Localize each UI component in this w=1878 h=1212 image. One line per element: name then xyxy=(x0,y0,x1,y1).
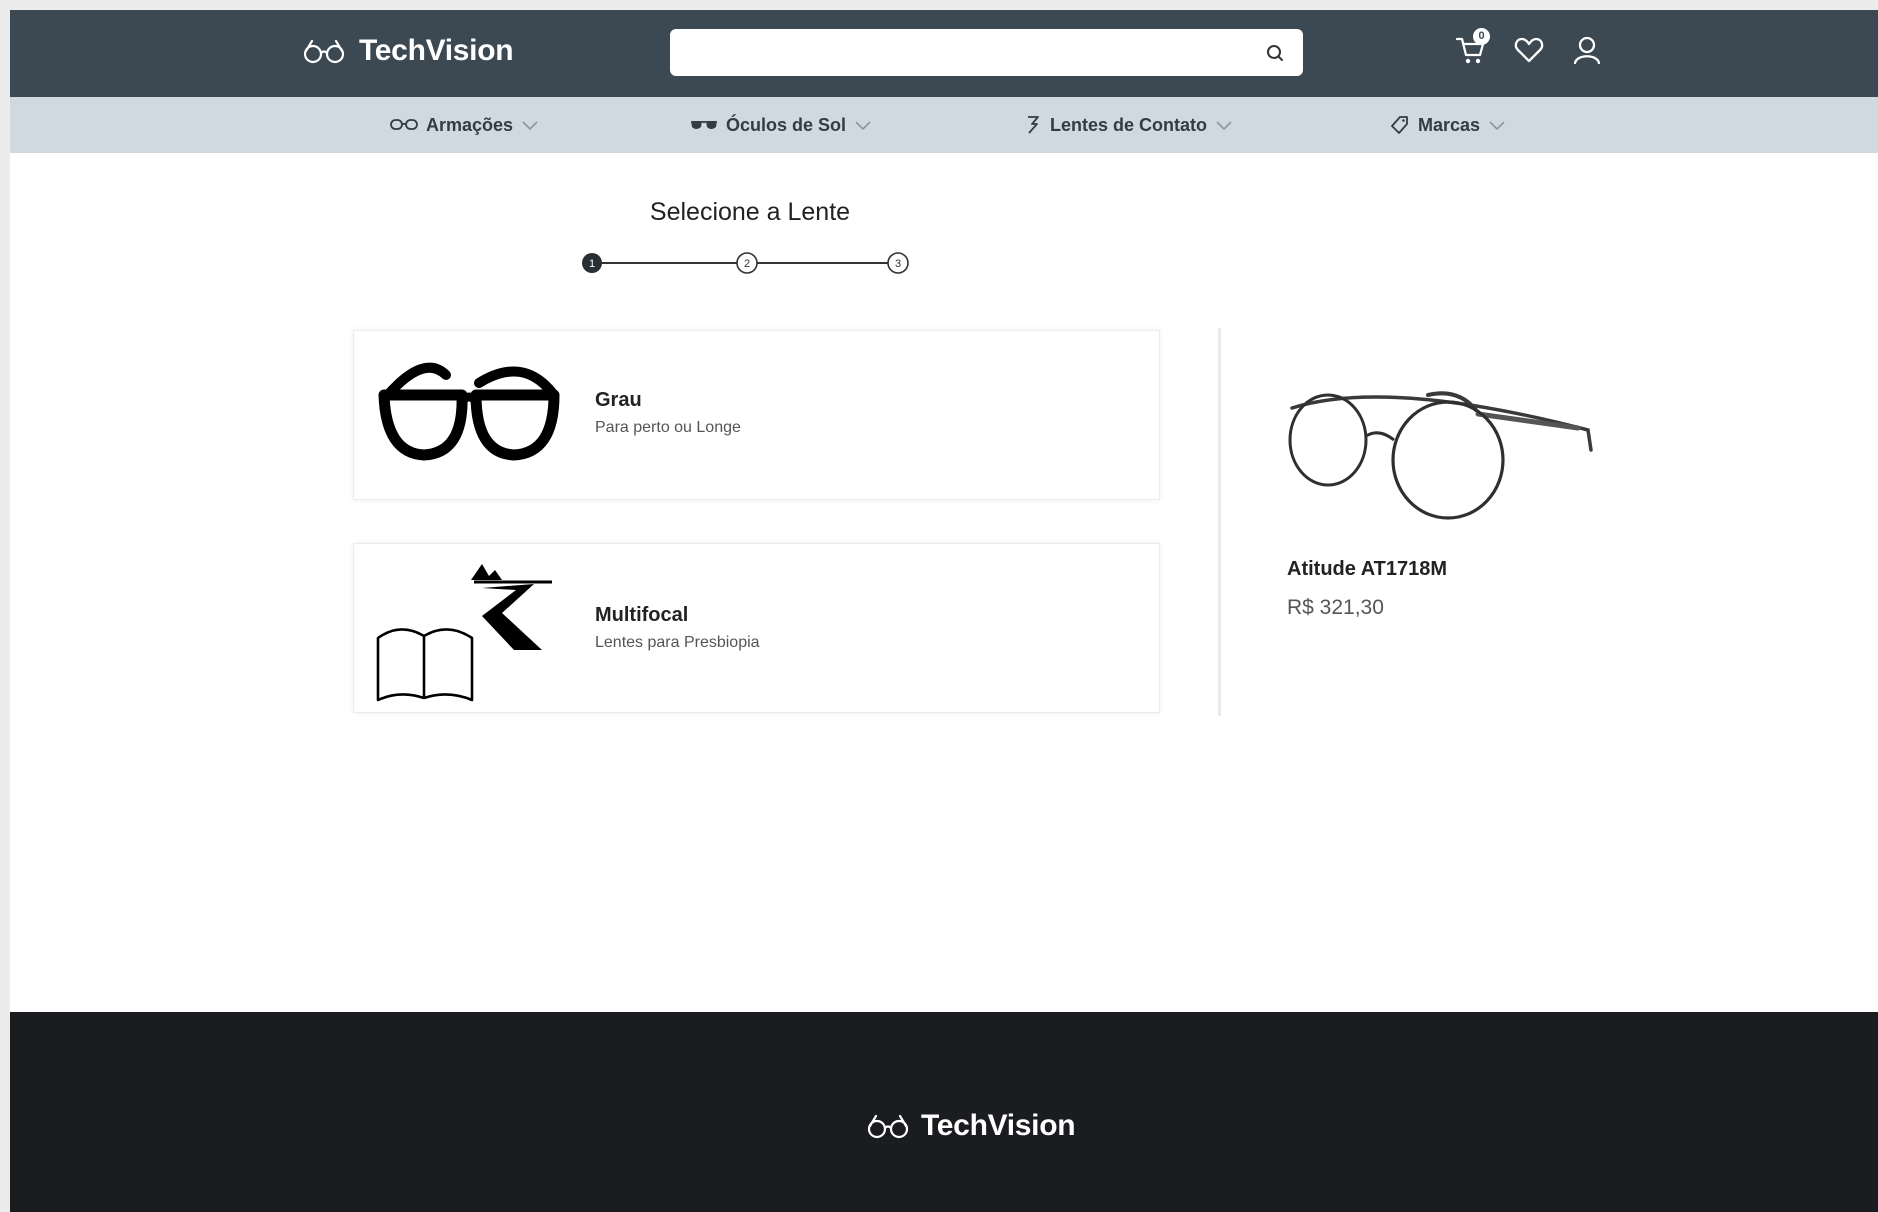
lens-option-subtitle: Lentes para Presbiopia xyxy=(595,634,760,651)
lens-option-subtitle: Para perto ou Longe xyxy=(595,419,741,436)
brand-name: TechVision xyxy=(359,34,514,67)
footer-brand-name: TechVision xyxy=(921,1109,1076,1142)
eyeglasses-outline-icon xyxy=(390,119,418,130)
nav-item-marcas[interactable]: Marcas xyxy=(1390,97,1506,153)
step-2-marker[interactable]: 2 xyxy=(736,252,758,274)
product-name: Atitude AT1718M xyxy=(1287,558,1448,580)
header-brand[interactable]: TechVision xyxy=(303,34,514,68)
chevron-down-icon xyxy=(855,121,871,131)
step-1-label: 1 xyxy=(589,258,595,270)
heart-icon[interactable] xyxy=(1513,34,1545,66)
nav-item-label: Lentes de Contato xyxy=(1050,114,1208,135)
vertical-divider xyxy=(1218,328,1221,716)
reading-glasses-icon xyxy=(378,362,560,461)
nav-item-label: Armações xyxy=(426,114,514,135)
search-bar xyxy=(670,29,1303,76)
search-input[interactable] xyxy=(684,37,1248,69)
step-3-marker[interactable]: 3 xyxy=(887,252,909,274)
footer: TechVision xyxy=(10,1012,1878,1212)
nav-item-armacoes[interactable]: Armações xyxy=(390,97,539,153)
step-3-label: 3 xyxy=(895,258,901,270)
category-nav: Armações Óculos de Sol Lentes de Contato xyxy=(10,97,1878,153)
top-header: TechVision 0 xyxy=(10,10,1878,97)
chevron-down-icon xyxy=(522,121,538,131)
header-actions: 0 xyxy=(1455,28,1603,66)
nav-item-lentes-de-contato[interactable]: Lentes de Contato xyxy=(1024,97,1233,153)
step-1-marker[interactable]: 1 xyxy=(582,253,602,273)
step-title: Selecione a Lente xyxy=(649,198,851,226)
book-and-road-icon xyxy=(376,564,552,702)
nav-item-oculos-de-sol[interactable]: Óculos de Sol xyxy=(690,97,872,153)
tag-icon xyxy=(1391,116,1408,134)
cart-button[interactable]: 0 xyxy=(1455,28,1490,66)
sunglasses-icon xyxy=(691,121,717,129)
step-progress: 1 2 3 xyxy=(582,252,909,274)
cart-count-badge: 0 xyxy=(1473,28,1490,45)
glasses-logo-icon xyxy=(867,1114,909,1139)
chevron-down-icon xyxy=(1489,121,1505,131)
nav-item-label: Óculos de Sol xyxy=(726,114,847,135)
lens-option-title: Grau xyxy=(595,389,642,411)
product-price: R$ 321,30 xyxy=(1287,596,1384,619)
lens-option-grau[interactable]: Grau Para perto ou Longe xyxy=(353,330,1160,500)
user-icon[interactable] xyxy=(1571,34,1603,66)
lens-option-title: Multifocal xyxy=(595,604,689,626)
footer-brand[interactable]: TechVision xyxy=(867,1109,1076,1143)
page: TechVision 0 Armações Óculos de Sol Lent… xyxy=(10,10,1878,1212)
product-image xyxy=(1288,391,1593,520)
glasses-logo-icon xyxy=(303,39,345,64)
search-icon[interactable] xyxy=(1265,43,1285,63)
contact-lens-icon xyxy=(1028,116,1039,134)
step-2-label: 2 xyxy=(744,258,750,270)
nav-item-label: Marcas xyxy=(1418,114,1481,135)
chevron-down-icon xyxy=(1216,121,1232,131)
lens-option-multifocal[interactable]: Multifocal Lentes para Presbiopia xyxy=(353,543,1160,713)
